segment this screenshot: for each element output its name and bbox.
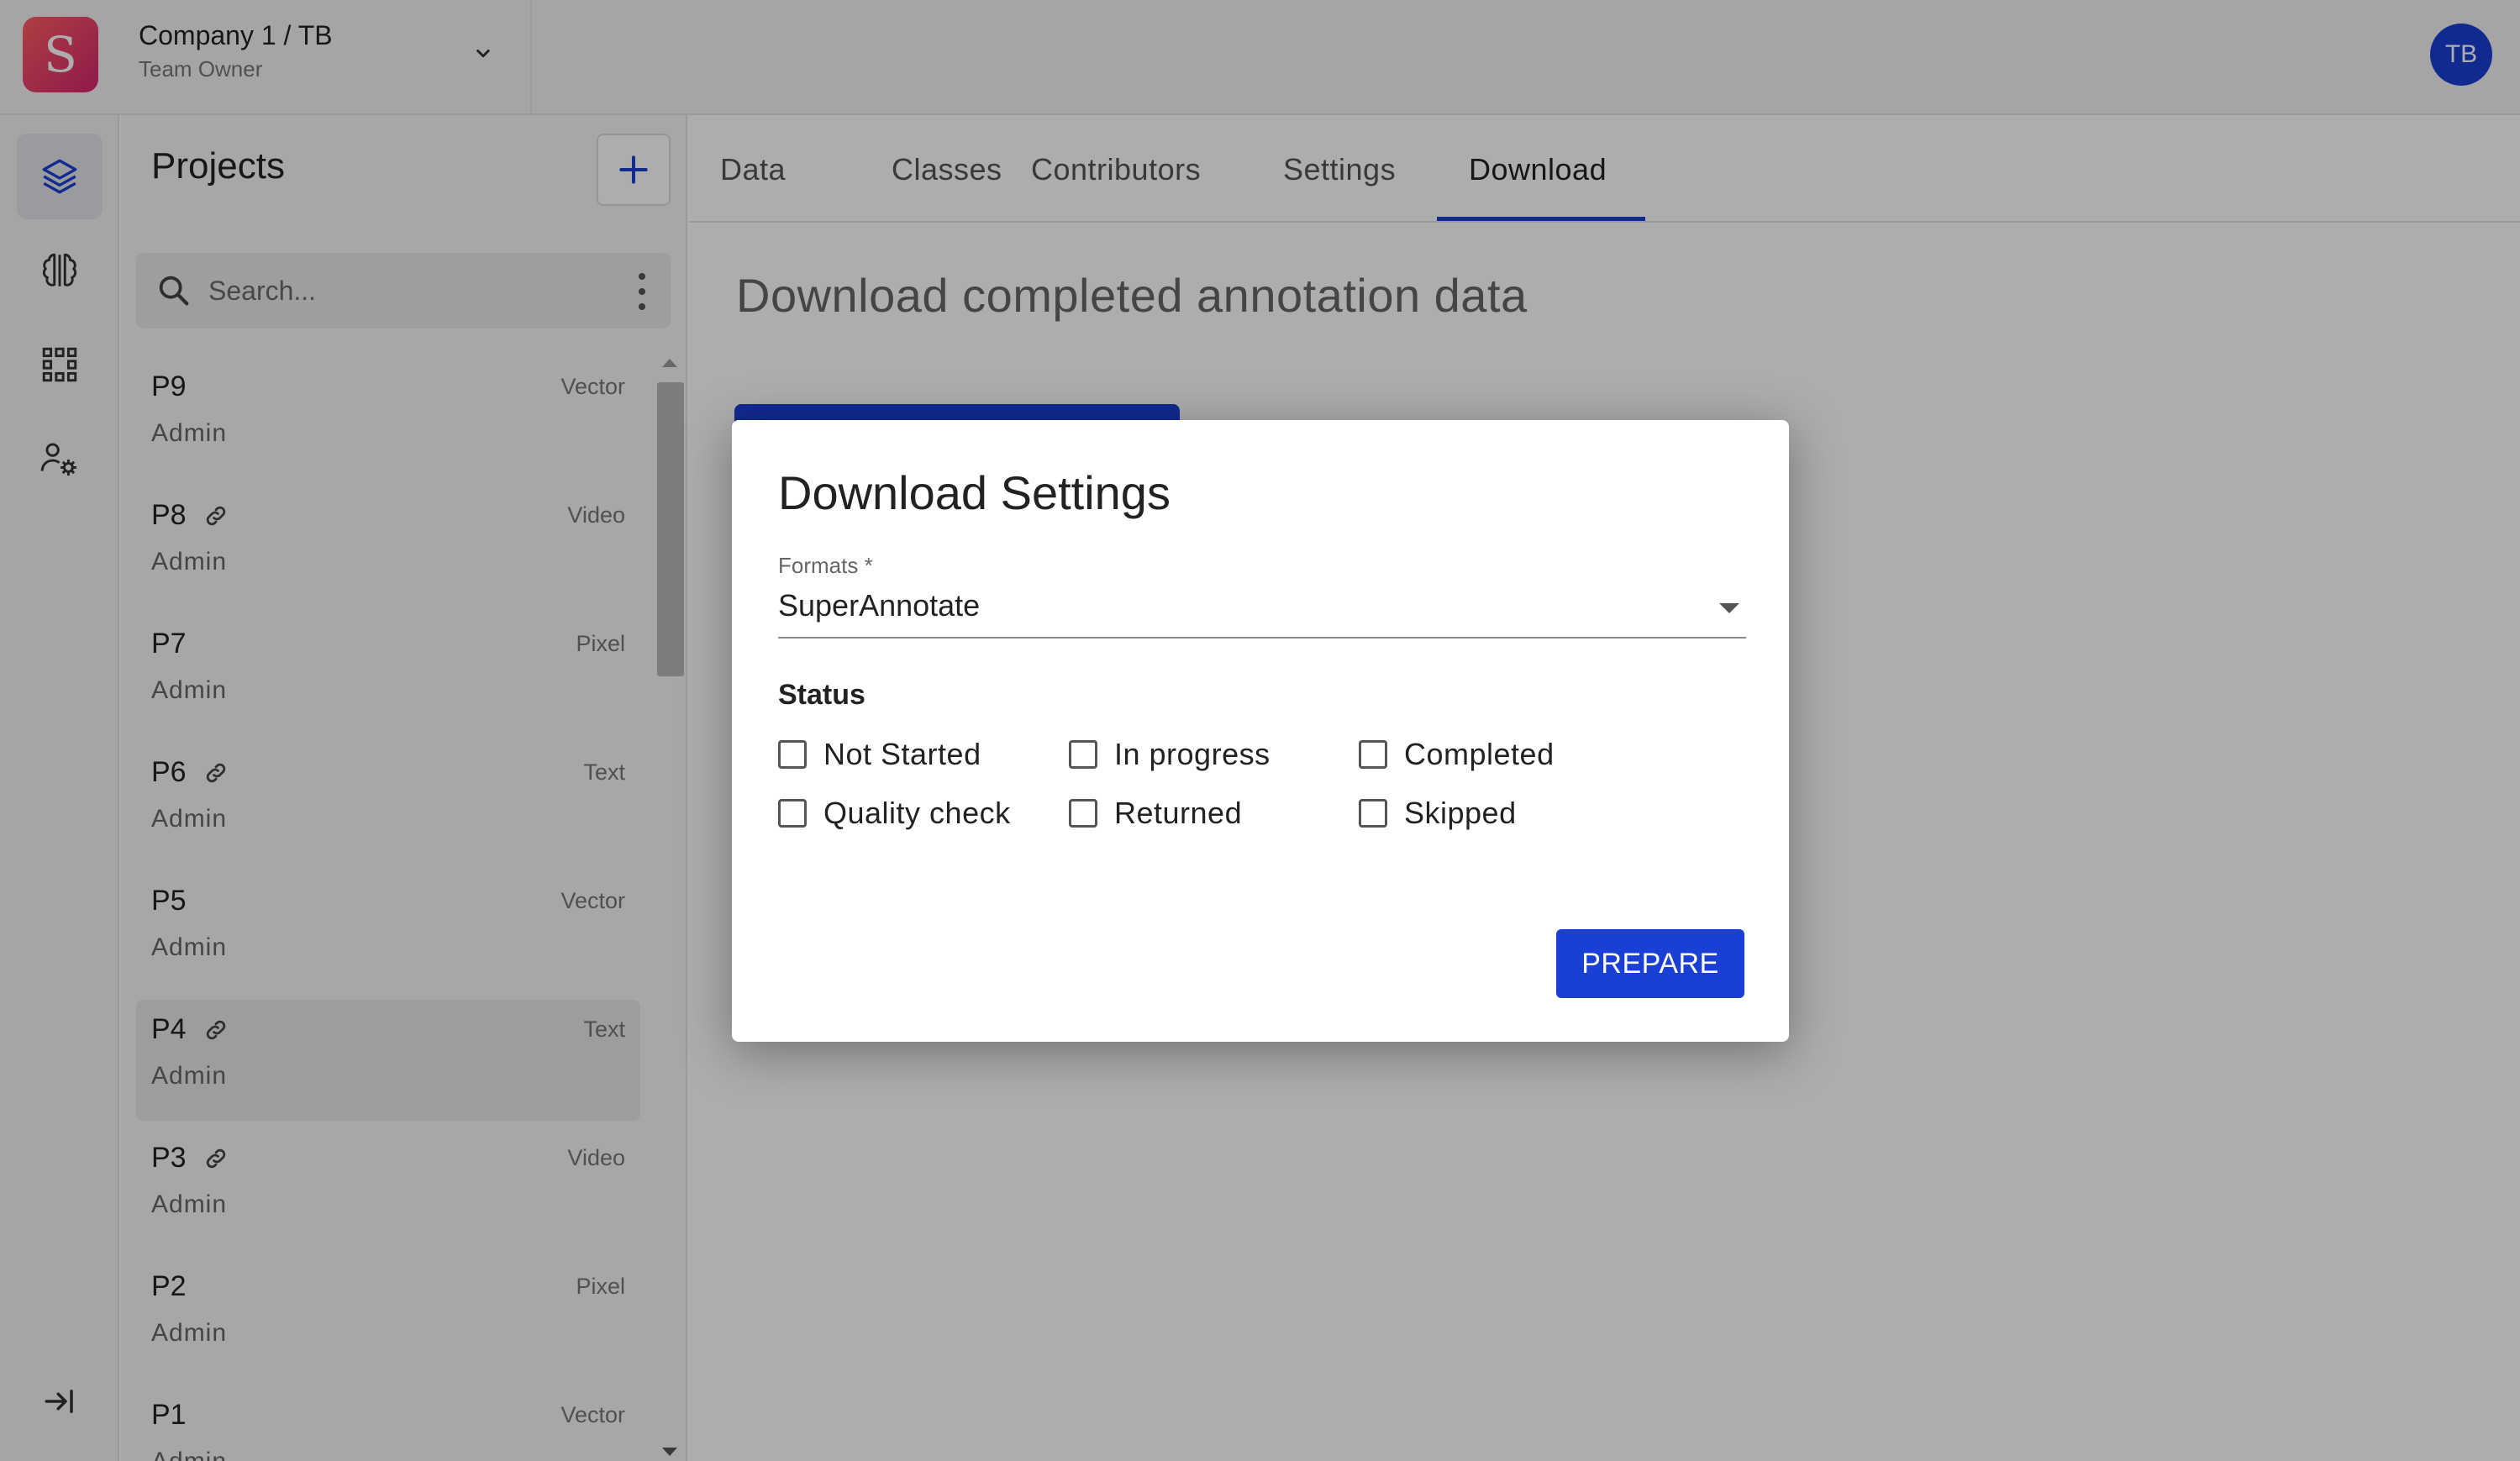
checkbox-not-started[interactable]: Not Started bbox=[778, 737, 981, 772]
checkbox-label: Quality check bbox=[823, 796, 1011, 830]
checkbox-label: Returned bbox=[1114, 796, 1243, 830]
checkbox-returned[interactable]: Returned bbox=[1069, 796, 1242, 831]
checkbox-label: Not Started bbox=[823, 737, 981, 771]
checkbox-box[interactable] bbox=[1069, 740, 1097, 769]
checkbox-in-progress[interactable]: In progress bbox=[1069, 737, 1271, 772]
checkbox-label: In progress bbox=[1114, 737, 1271, 771]
checkbox-box[interactable] bbox=[778, 740, 807, 769]
checkbox-label: Skipped bbox=[1404, 796, 1517, 830]
download-settings-dialog: Download Settings Formats * SuperAnnotat… bbox=[732, 420, 1789, 1042]
checkbox-completed[interactable]: Completed bbox=[1359, 737, 1555, 772]
formats-label: Formats * bbox=[778, 553, 873, 578]
checkbox-label: Completed bbox=[1404, 737, 1555, 771]
checkbox-box[interactable] bbox=[1359, 740, 1387, 769]
checkbox-quality-check[interactable]: Quality check bbox=[778, 796, 1011, 831]
dialog-title: Download Settings bbox=[778, 466, 1171, 519]
checkbox-box[interactable] bbox=[1069, 799, 1097, 828]
status-heading: Status bbox=[778, 679, 865, 711]
formats-select[interactable]: SuperAnnotate bbox=[778, 585, 1746, 639]
formats-value: SuperAnnotate bbox=[778, 588, 981, 623]
checkbox-box[interactable] bbox=[778, 799, 807, 828]
dropdown-arrow-icon bbox=[1719, 603, 1739, 613]
prepare-button[interactable]: PREPARE bbox=[1556, 929, 1744, 998]
checkbox-box[interactable] bbox=[1359, 799, 1387, 828]
checkbox-skipped[interactable]: Skipped bbox=[1359, 796, 1517, 831]
